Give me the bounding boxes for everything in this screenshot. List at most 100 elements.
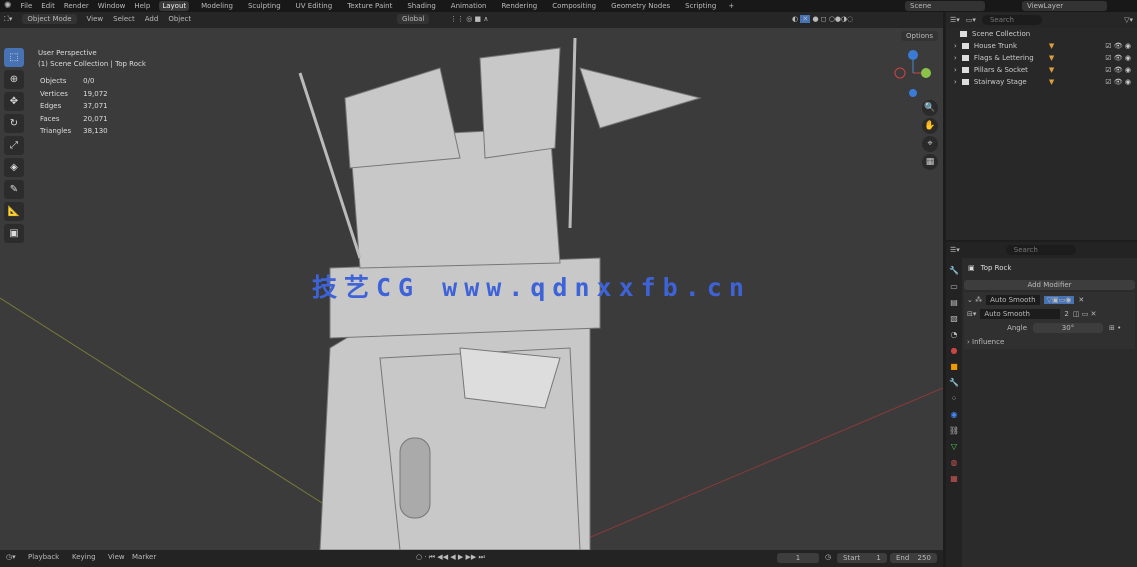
editor-type-icon[interactable]: ☰▾ (950, 246, 960, 254)
visibility-toggles[interactable]: ☑ 👁 ◉ (1105, 66, 1137, 74)
tab-scripting[interactable]: Scripting (682, 1, 719, 11)
list-item[interactable]: › Flags & Lettering ▼ ☑ 👁 ◉ (946, 52, 1137, 64)
start-frame-field[interactable]: Start 1 (837, 553, 887, 563)
move-tool-icon[interactable]: ✥ (4, 92, 24, 111)
view-layer-tab-icon[interactable]: ▧ (950, 314, 958, 323)
outliner-search[interactable]: Search (981, 15, 1042, 25)
ortho-grid-icon[interactable]: ▦ (922, 154, 938, 170)
navigation-gizmo[interactable] (890, 48, 940, 98)
object-name: Top Rock (980, 264, 1012, 272)
add-menu[interactable]: Add (145, 15, 159, 23)
current-frame-field[interactable]: 1 (777, 553, 819, 563)
expand-icon[interactable]: ⌄ ⁂ (967, 296, 982, 304)
visibility-toggles[interactable]: ☑ 👁 ◉ (1105, 78, 1137, 86)
keyframe-icon[interactable]: ⊞ • (1109, 324, 1121, 332)
editor-type-icon[interactable]: ⛶▾ (4, 15, 12, 24)
cursor-tool-icon[interactable]: ⊕ (4, 70, 24, 89)
tab-modeling[interactable]: Modeling (198, 1, 236, 11)
angle-field[interactable]: 30° (1033, 323, 1103, 333)
mode-selector[interactable]: Object Mode (22, 14, 77, 24)
filter-view-icon[interactable]: ▭▾ (966, 16, 976, 24)
output-tab-icon[interactable]: ▤ (950, 298, 958, 307)
view-menu[interactable]: View (108, 553, 125, 561)
list-item[interactable]: › Stairway Stage ▼ ☑ 👁 ◉ (946, 76, 1137, 88)
timeline-editor-icon[interactable]: ◷▾ (6, 553, 16, 561)
outliner: ☰▾ ▭▾ Search ▽▾ Scene Collection › House … (946, 12, 1137, 240)
measure-tool-icon[interactable]: 📐 (4, 202, 24, 221)
modifier-name-field[interactable]: Auto Smooth (986, 295, 1040, 305)
display-mode-icon[interactable]: ☰▾ (950, 16, 960, 24)
tab-compositing[interactable]: Compositing (549, 1, 599, 11)
marker-menu[interactable]: Marker (132, 553, 156, 561)
tab-layout[interactable]: Layout (159, 1, 190, 11)
remove-modifier-icon[interactable]: ✕ (1078, 296, 1084, 304)
properties-search[interactable]: Search (1005, 245, 1076, 255)
scene-selector[interactable]: Scene (905, 1, 985, 11)
stat-row: Faces 20,071 (40, 114, 108, 123)
select-box-tool-icon[interactable]: ⬚ (4, 48, 24, 67)
list-item[interactable]: › Pillars & Socket ▼ ☑ 👁 ◉ (946, 64, 1137, 76)
transform-tool-icon[interactable]: ◈ (4, 158, 24, 177)
tool-tab-icon[interactable]: 🔧 (949, 266, 959, 275)
list-item[interactable]: › House Trunk ▼ ☑ 👁 ◉ (946, 40, 1137, 52)
tab-texture-paint[interactable]: Texture Paint (344, 1, 395, 11)
zoom-icon[interactable]: 🔍 (922, 100, 938, 116)
influence-panel[interactable]: › Influence (967, 338, 1132, 346)
snap-icon[interactable]: ⋮⋮ ◎ ■ ∧ (450, 15, 489, 23)
world-tab-icon[interactable]: ● (951, 346, 958, 355)
add-modifier-button[interactable]: Add Modifier (964, 280, 1135, 290)
properties-editor: ☰▾ Search 🔧 ▭ ▤ ▧ ◔ ● ■ 🔧 ⁘ ◉ ⛓ ▽ ◍ ▦ ▣ Top Rock Add Mo… (946, 242, 1137, 567)
modifier-tab-icon[interactable]: 🔧 (949, 378, 959, 387)
tab-rendering[interactable]: Rendering (498, 1, 540, 11)
node-group-field[interactable]: Auto Smooth (980, 309, 1061, 319)
annotate-tool-icon[interactable]: ✎ (4, 180, 24, 199)
playback-menu[interactable]: Playback (28, 553, 59, 561)
view-layer-selector[interactable]: ViewLayer (1022, 1, 1107, 11)
physics-tab-icon[interactable]: ◉ (951, 410, 958, 419)
stat-row: Vertices 19,072 (40, 89, 108, 98)
tab-animation[interactable]: Animation (448, 1, 490, 11)
tab-shading[interactable]: Shading (404, 1, 438, 11)
visibility-toggles[interactable]: ☑ 👁 ◉ (1105, 42, 1137, 50)
add-workspace-icon[interactable]: + (728, 2, 734, 10)
object-tab-icon[interactable]: ■ (950, 362, 958, 371)
texture-tab-icon[interactable]: ▦ (950, 474, 958, 483)
object-menu[interactable]: Object (168, 15, 191, 23)
render-tab-icon[interactable]: ▭ (950, 282, 958, 291)
fake-user-icon[interactable]: ◫ ▭ ✕ (1073, 310, 1097, 318)
menu-edit[interactable]: Edit (41, 2, 55, 10)
pan-hand-icon[interactable]: ✋ (922, 118, 938, 134)
menu-help[interactable]: Help (134, 2, 150, 10)
constraints-tab-icon[interactable]: ⛓ (949, 426, 959, 435)
rotate-tool-icon[interactable]: ↻ (4, 114, 24, 133)
tab-sculpting[interactable]: Sculpting (245, 1, 284, 11)
material-tab-icon[interactable]: ◍ (951, 458, 958, 467)
blender-logo-icon[interactable]: ✺ (4, 1, 12, 11)
menu-window[interactable]: Window (98, 2, 126, 10)
orientation-selector[interactable]: Global (397, 14, 430, 24)
modifier-display-toggles[interactable]: ▽▣▭◉ (1043, 296, 1075, 304)
stat-row: Objects 0/0 (40, 77, 95, 85)
visibility-toggles[interactable]: ☑ 👁 ◉ (1105, 54, 1137, 62)
end-frame-field[interactable]: End 250 (890, 553, 937, 563)
camera-icon[interactable]: ⌖ (922, 136, 938, 152)
options-button[interactable]: Options (901, 31, 939, 41)
tab-uv-editing[interactable]: UV Editing (293, 1, 336, 11)
keying-menu[interactable]: Keying (72, 553, 96, 561)
filter-icon[interactable]: ▽▾ (1124, 16, 1133, 24)
select-menu[interactable]: Select (113, 15, 135, 23)
data-tab-icon[interactable]: ▽ (951, 442, 957, 451)
playback-controls[interactable]: ○ · ⏮ ◀◀ ◀ ▶ ▶▶ ⏭ (416, 553, 485, 562)
menu-file[interactable]: File (21, 2, 33, 10)
node-group-icon[interactable]: ⊟▾ (967, 310, 976, 318)
scene-tab-icon[interactable]: ◔ (951, 330, 958, 339)
tab-geometry-nodes[interactable]: Geometry Nodes (608, 1, 673, 11)
particles-tab-icon[interactable]: ⁘ (951, 394, 958, 403)
scene-collection[interactable]: Scene Collection (946, 28, 1137, 40)
menu-render[interactable]: Render (64, 2, 89, 10)
view-menu[interactable]: View (87, 15, 104, 23)
scale-tool-icon[interactable]: ⤢ (4, 136, 24, 155)
shading-icons[interactable]: ◐ ✕ ● ◻ ○●◑◌ (792, 15, 853, 23)
clock-icon[interactable]: ◷ (825, 553, 831, 561)
add-cube-tool-icon[interactable]: ▣ (4, 224, 24, 243)
